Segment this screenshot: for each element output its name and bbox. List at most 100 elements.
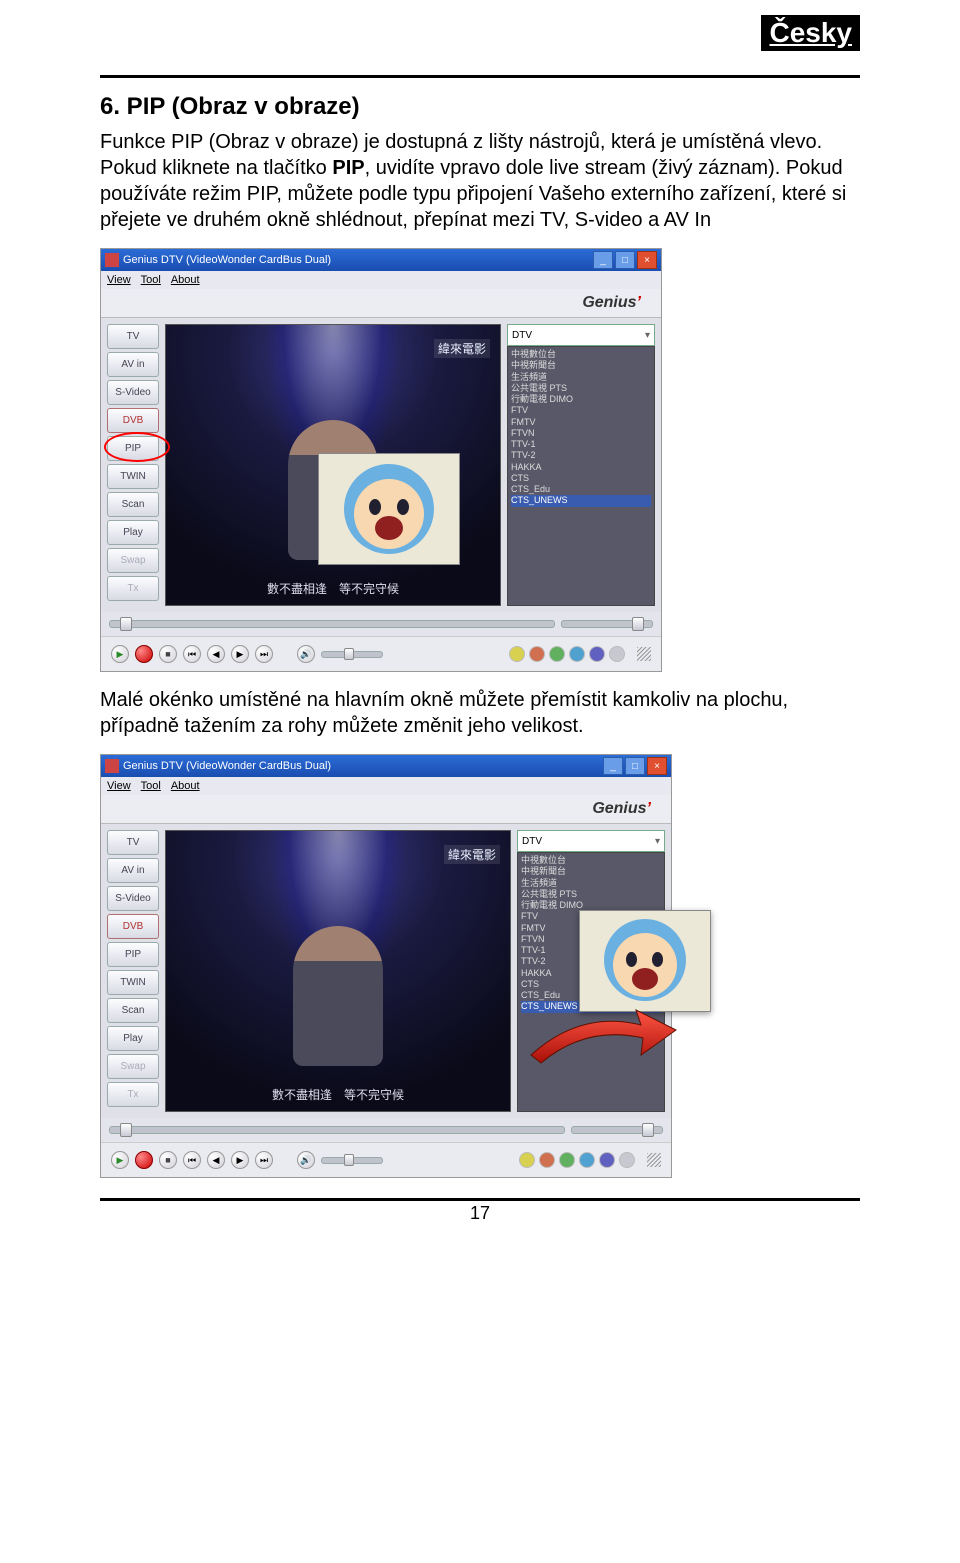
volume-slider[interactable] [321,1157,383,1164]
seek-track[interactable] [109,1126,565,1134]
video-area[interactable]: 緯來電影 數不盡相逢 等不完守候 [165,830,511,1112]
dot-blue[interactable] [589,646,605,662]
dot-yellow[interactable] [509,646,525,662]
list-item[interactable]: 生活頻道 [521,878,661,889]
source-dropdown[interactable]: DTV [517,830,665,852]
volume-thumb[interactable] [344,1154,354,1166]
dot-green[interactable] [549,646,565,662]
list-item[interactable]: 中視新聞台 [521,866,661,877]
dot-yellow[interactable] [519,1152,535,1168]
twin-button[interactable]: TWIN [107,464,159,489]
minimize-button[interactable]: _ [603,757,623,775]
play-button[interactable]: Play [107,1026,159,1051]
channel-list[interactable]: 中視數位台 中視新聞台 生活頻道 公共電視 PTS 行動電視 DIMO FTV … [507,346,655,606]
list-item[interactable]: CTS [511,473,651,484]
seek-thumb[interactable] [120,617,132,631]
play-ctrl-button[interactable]: ▶ [111,1151,129,1169]
seek-track-2[interactable] [571,1126,663,1134]
tv-button[interactable]: TV [107,324,159,349]
scan-button[interactable]: Scan [107,492,159,517]
resize-grip[interactable] [637,647,651,661]
menu-about[interactable]: About [171,274,200,286]
seek-track-2[interactable] [561,620,653,628]
pip-button[interactable]: PIP [107,436,159,461]
dot-grey[interactable] [609,646,625,662]
menu-tool[interactable]: Tool [141,274,161,286]
fwd-button[interactable]: ▶ [231,645,249,663]
dvb-button[interactable]: DVB [107,408,159,433]
seek-track[interactable] [109,620,555,628]
list-item[interactable]: FMTV [511,417,651,428]
source-dropdown[interactable]: DTV [507,324,655,346]
dot-orange[interactable] [529,646,545,662]
volume-slider[interactable] [321,651,383,658]
volume-thumb[interactable] [344,648,354,660]
svideo-button[interactable]: S-Video [107,886,159,911]
menu-about[interactable]: About [171,780,200,792]
seek-thumb-2[interactable] [642,1123,654,1137]
titlebar[interactable]: Genius DTV (VideoWonder CardBus Dual) _ … [101,249,661,271]
maximize-button[interactable]: □ [625,757,645,775]
list-item[interactable]: 中視新聞台 [511,360,651,371]
dot-orange[interactable] [539,1152,555,1168]
swap-button[interactable]: Swap [107,548,159,573]
dvb-button[interactable]: DVB [107,914,159,939]
list-item[interactable]: HAKKA [511,462,651,473]
list-item[interactable]: TTV-2 [511,450,651,461]
seek-thumb-2[interactable] [632,617,644,631]
rew-button[interactable]: ◀ [207,645,225,663]
close-button[interactable]: × [637,251,657,269]
avin-button[interactable]: AV in [107,352,159,377]
rew-button[interactable]: ◀ [207,1151,225,1169]
scan-button[interactable]: Scan [107,998,159,1023]
resize-grip[interactable] [647,1153,661,1167]
dot-cyan[interactable] [579,1152,595,1168]
play-button[interactable]: Play [107,520,159,545]
list-item[interactable]: FTVN [511,428,651,439]
mute-button[interactable]: 🔊 [297,645,315,663]
menu-view[interactable]: View [107,274,131,286]
swap-button[interactable]: Swap [107,1054,159,1079]
seek-thumb[interactable] [120,1123,132,1137]
record-button[interactable] [135,1151,153,1169]
list-item[interactable]: FTV [511,405,651,416]
list-item[interactable]: 公共電視 PTS [521,889,661,900]
tx-button[interactable]: Tx [107,1082,159,1107]
prev-button[interactable]: ⏮ [183,645,201,663]
list-item[interactable]: 中視數位台 [521,855,661,866]
list-item[interactable]: TTV-1 [511,439,651,450]
stop-button[interactable]: ■ [159,645,177,663]
maximize-button[interactable]: □ [615,251,635,269]
record-button[interactable] [135,645,153,663]
dot-green[interactable] [559,1152,575,1168]
pip-overlay[interactable] [318,453,460,565]
list-item[interactable]: 生活頻道 [511,372,651,383]
menu-view[interactable]: View [107,780,131,792]
next-button[interactable]: ⏭ [255,645,273,663]
mute-button[interactable]: 🔊 [297,1151,315,1169]
next-button[interactable]: ⏭ [255,1151,273,1169]
list-item[interactable]: 中視數位台 [511,349,651,360]
titlebar[interactable]: Genius DTV (VideoWonder CardBus Dual) _ … [101,755,671,777]
list-item[interactable]: 行動電視 DIMO [511,394,651,405]
play-ctrl-button[interactable]: ▶ [111,645,129,663]
video-area[interactable]: 緯來電影 數不盡相逢 等不完守候 [165,324,501,606]
dot-blue[interactable] [599,1152,615,1168]
menu-tool[interactable]: Tool [141,780,161,792]
dot-grey[interactable] [619,1152,635,1168]
tx-button[interactable]: Tx [107,576,159,601]
list-item[interactable]: CTS_Edu [511,484,651,495]
avin-button[interactable]: AV in [107,858,159,883]
pip-detached-window[interactable] [579,910,711,1012]
list-item-selected[interactable]: CTS_UNEWS [511,495,651,506]
fwd-button[interactable]: ▶ [231,1151,249,1169]
close-button[interactable]: × [647,757,667,775]
svideo-button[interactable]: S-Video [107,380,159,405]
dot-cyan[interactable] [569,646,585,662]
prev-button[interactable]: ⏮ [183,1151,201,1169]
pip-button[interactable]: PIP [107,942,159,967]
twin-button[interactable]: TWIN [107,970,159,995]
tv-button[interactable]: TV [107,830,159,855]
minimize-button[interactable]: _ [593,251,613,269]
stop-button[interactable]: ■ [159,1151,177,1169]
